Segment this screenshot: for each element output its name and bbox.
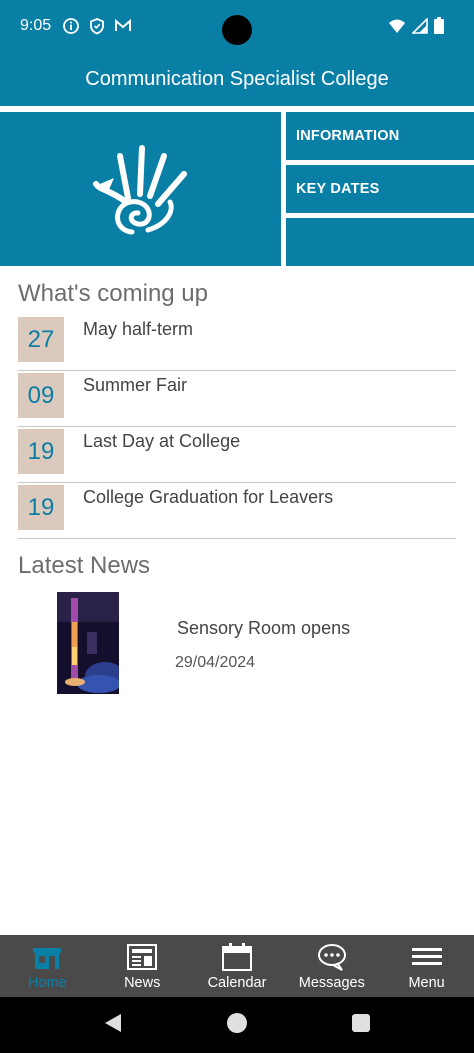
recent-apps-button[interactable] (352, 1014, 370, 1032)
key-dates-tile[interactable]: KEY DATES (286, 165, 474, 213)
logo-tile[interactable] (0, 112, 281, 266)
signal-icon (412, 17, 428, 34)
menu-icon (411, 948, 442, 965)
news-item[interactable]: Sensory Room opens 29/04/2024 (0, 590, 474, 696)
college-hand-logo (93, 145, 187, 235)
app-header: Communication Specialist College (0, 54, 474, 106)
system-nav-bar (0, 997, 474, 1053)
event-row[interactable]: 09 Summer Fair (18, 371, 456, 427)
event-row[interactable]: 19 Last Day at College (18, 427, 456, 483)
news-icon (127, 944, 158, 970)
news-heading: Latest News (18, 552, 151, 579)
news-title: Sensory Room opens (177, 618, 351, 638)
info-icon (62, 17, 80, 35)
nav-messages-label: Messages (298, 975, 365, 991)
nav-news-label: News (124, 975, 161, 991)
event-date-tile: 19 (18, 485, 64, 530)
event-name: May half-term (83, 319, 194, 339)
nav-calendar[interactable]: Calendar (190, 935, 285, 997)
shield-icon (88, 17, 106, 35)
gmail-icon (114, 17, 132, 35)
messages-icon (317, 944, 346, 971)
status-notification-icons (62, 17, 132, 35)
bottom-nav: Home News Calendar Messages Menu (0, 935, 474, 997)
wifi-icon (389, 19, 405, 33)
calendar-icon (221, 943, 252, 971)
nav-menu[interactable]: Menu (379, 935, 474, 997)
hero-tiles: INFORMATION KEY DATES (0, 106, 474, 266)
sensory-room-photo (57, 592, 119, 694)
camera-cutout (222, 15, 252, 45)
event-row[interactable]: 19 College Graduation for Leavers (18, 483, 456, 539)
status-bar: 9:05 (0, 0, 474, 54)
news-date: 29/04/2024 (175, 654, 256, 671)
nav-messages[interactable]: Messages (284, 935, 379, 997)
home-button[interactable] (227, 1013, 247, 1033)
events-heading: What's coming up (18, 280, 208, 307)
event-name: Summer Fair (83, 375, 188, 395)
nav-calendar-label: Calendar (207, 975, 267, 991)
back-icon[interactable] (103, 1013, 123, 1033)
status-system-icons (388, 17, 444, 34)
event-row[interactable]: 27 May half-term (18, 315, 456, 371)
event-date-tile: 19 (18, 429, 64, 474)
battery-icon (434, 17, 444, 34)
nav-home-label: Home (28, 975, 67, 991)
event-name: College Graduation for Leavers (83, 487, 334, 507)
status-time: 9:05 (20, 17, 52, 34)
event-date-tile: 27 (18, 317, 64, 362)
nav-menu-label: Menu (408, 975, 445, 991)
information-tile[interactable]: INFORMATION (286, 112, 474, 160)
nav-news[interactable]: News (95, 935, 190, 997)
event-date-tile: 09 (18, 373, 64, 418)
nav-home[interactable]: Home (0, 935, 95, 997)
event-name: Last Day at College (83, 431, 241, 451)
page-title: Communication Specialist College (85, 68, 389, 90)
empty-tile[interactable] (286, 218, 474, 266)
home-icon (33, 948, 62, 969)
